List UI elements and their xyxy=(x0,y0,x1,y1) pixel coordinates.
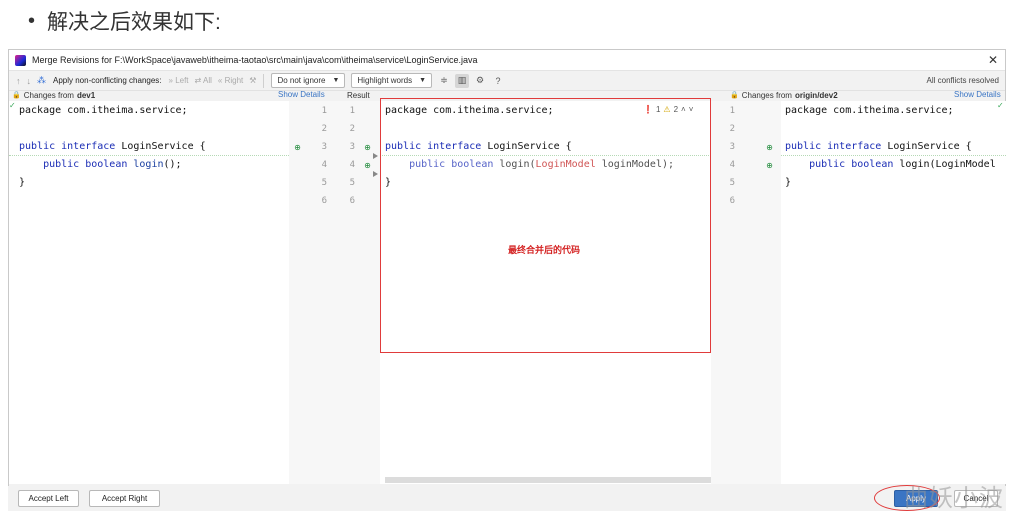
wand-icon[interactable]: ⚒ xyxy=(249,76,256,85)
right-pane-header: 🔒 Changes from origin/dev2 xyxy=(730,90,838,100)
accept-change-icon[interactable]: ⊕ xyxy=(362,142,373,153)
toolbar-separator xyxy=(263,73,265,88)
accept-change-icon[interactable]: ⊕ xyxy=(362,160,373,171)
highlight-mode-select[interactable]: Highlight words ▼ xyxy=(351,73,433,88)
intellij-icon xyxy=(15,54,26,66)
code-line-4: public boolean login(LoginModel xyxy=(785,159,996,170)
code-line-1: package com.itheima.service; xyxy=(785,105,954,116)
accept-change-icon[interactable]: ⊕ xyxy=(764,160,775,171)
horizontal-scrollbar[interactable] xyxy=(385,477,711,483)
lock-icon: 🔒 xyxy=(12,92,21,99)
chevron-down-icon: ▼ xyxy=(332,77,340,84)
magic-resolve-icon[interactable]: ⁂ xyxy=(34,75,49,86)
apply-left-button[interactable]: » Left xyxy=(169,76,189,85)
toolbar: ↑ ↓ ⁂ Apply non-conflicting changes: » L… xyxy=(9,71,1005,91)
arrow-down-icon[interactable]: ↓ xyxy=(24,76,35,86)
code-line-4: public boolean login(); xyxy=(19,159,182,170)
apply-right-button[interactable]: « Right xyxy=(218,76,243,85)
heading-text: 解决之后效果如下: xyxy=(47,11,221,34)
center-gutter: 1 2 3 4 5 6 1 2 3 4 5 6 xyxy=(289,101,380,484)
annotation-label: 最终合并后的代码 xyxy=(508,245,581,255)
apply-all-button[interactable]: ⇄ All xyxy=(195,76,212,85)
conflict-divider xyxy=(781,155,1006,156)
left-editor[interactable]: package com.itheima.service; public inte… xyxy=(9,101,289,484)
annotation-box xyxy=(380,98,711,353)
left-pane-header: 🔒 Changes from dev1 xyxy=(12,90,96,100)
ignore-whitespace-select[interactable]: Do not ignore ▼ xyxy=(271,73,346,88)
check-icon: ✓ xyxy=(9,101,16,110)
right-gutter: 1 2 3 4 5 6 xyxy=(711,101,781,484)
slide-heading: • 解决之后效果如下: xyxy=(28,6,221,36)
code-line-3: public interface LoginService { xyxy=(785,141,972,152)
window-title: Merge Revisions for F:\WorkSpace\javaweb… xyxy=(32,55,478,65)
accept-change-icon[interactable]: ⊕ xyxy=(292,142,303,153)
collapse-unchanged-icon[interactable]: ≑ xyxy=(437,74,451,88)
code-line-3: public interface LoginService { xyxy=(19,141,206,152)
close-icon[interactable]: ✕ xyxy=(981,53,1005,67)
title-bar: Merge Revisions for F:\WorkSpace\javaweb… xyxy=(9,50,1005,71)
sync-scroll-icon[interactable]: ▥ xyxy=(455,73,470,88)
lock-icon: 🔒 xyxy=(730,92,739,99)
result-pane-header: Result xyxy=(347,90,370,100)
apply-non-conflicting-label: Apply non-conflicting changes: xyxy=(53,76,162,85)
right-show-details-link[interactable]: Show Details xyxy=(954,90,1001,99)
left-show-details-link[interactable]: Show Details xyxy=(278,90,325,99)
conflict-divider xyxy=(9,155,289,156)
help-icon[interactable]: ? xyxy=(491,74,505,88)
accept-right-button[interactable]: Accept Right xyxy=(89,490,160,507)
code-line-1: package com.itheima.service; xyxy=(19,105,188,116)
apply-arrow-icon[interactable] xyxy=(373,153,378,159)
accept-change-icon[interactable]: ⊕ xyxy=(764,142,775,153)
code-line-5: } xyxy=(785,177,792,188)
code-line-5: } xyxy=(19,177,26,188)
dialog-footer: Accept Left Accept Right Apply Cancel xyxy=(8,486,1006,511)
check-icon: ✓ xyxy=(997,101,1004,110)
arrow-up-icon[interactable]: ↑ xyxy=(13,76,24,86)
bullet: • xyxy=(28,9,36,32)
accept-left-button[interactable]: Accept Left xyxy=(18,490,79,507)
resolve-status: All conflicts resolved xyxy=(926,76,999,85)
apply-arrow-icon[interactable] xyxy=(373,171,378,177)
right-editor[interactable]: package com.itheima.service; public inte… xyxy=(781,101,1006,484)
chevron-down-icon: ▼ xyxy=(419,77,427,84)
watermark: 曲妖小波 xyxy=(904,485,1004,511)
gear-icon[interactable]: ⚙ xyxy=(473,74,487,88)
